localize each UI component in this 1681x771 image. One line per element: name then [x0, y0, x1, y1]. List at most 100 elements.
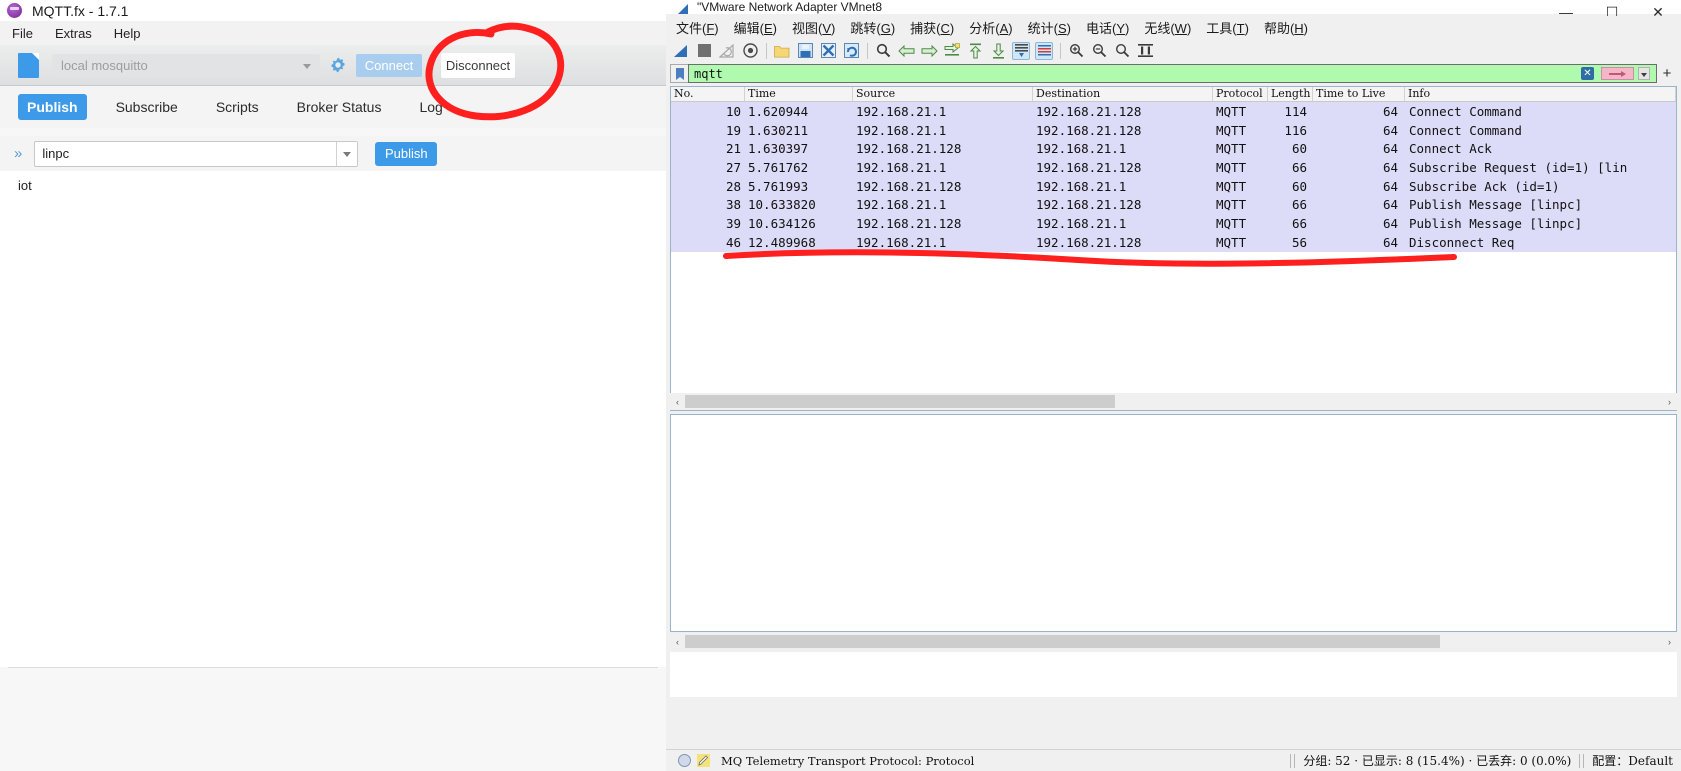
tab-subscribe[interactable]: Subscribe [107, 94, 187, 120]
bookmark-icon[interactable] [670, 64, 688, 83]
wireshark-toolbar [666, 38, 1681, 63]
broker-profile-combo[interactable]: local mosquitto [52, 53, 320, 77]
packet-row[interactable]: 39 10.634126 192.168.21.128 192.168.21.1 MQT… [671, 214, 1676, 233]
ws-menu-s[interactable]: 统计(S) [1028, 18, 1071, 37]
menu-file[interactable]: File [12, 26, 33, 41]
disconnect-button[interactable]: Disconnect [441, 52, 515, 78]
packet-cell-ttl: 64 [1382, 197, 1398, 213]
expert-info-circle-icon[interactable] [678, 754, 691, 767]
column-header-7[interactable]: Info [1405, 87, 1676, 101]
gear-icon[interactable] [329, 56, 347, 74]
ws-menu-c[interactable]: 捕获(C) [910, 18, 954, 37]
packet-row[interactable]: 19 1.630211 192.168.21.1 192.168.21.128 MQTT… [671, 120, 1676, 140]
ws-menu-y[interactable]: 电话(Y) [1086, 18, 1129, 37]
topic-input[interactable]: linpc [34, 140, 359, 167]
reload-file-icon[interactable] [842, 42, 860, 60]
colorize-icon[interactable] [1035, 41, 1053, 60]
topic-dropdown-icon[interactable] [336, 141, 358, 166]
scroll-right-arrow-icon[interactable]: › [1662, 394, 1677, 409]
packet-cell-dst: 192.168.21.1 [1036, 215, 1127, 231]
menu-extras[interactable]: Extras [55, 26, 92, 41]
packet-row[interactable]: 38 10.633820 192.168.21.1 192.168.21.128 MQT… [671, 195, 1676, 215]
publish-button[interactable]: Publish [375, 141, 438, 166]
status-profile-text[interactable]: 配置：Default [1584, 752, 1681, 769]
packet-cell-time: 5.761762 [748, 159, 809, 175]
tab-publish[interactable]: Publish [18, 94, 87, 120]
packet-list-vertical-scrollbar[interactable] [1677, 86, 1681, 411]
column-header-6[interactable]: Time to Live [1313, 87, 1405, 101]
go-back-icon[interactable] [897, 42, 915, 60]
packet-cell-info: Subscribe Ack (id=1) [1409, 178, 1560, 194]
packet-cell-info: Connect Ack [1409, 141, 1492, 157]
auto-scroll-icon[interactable] [1012, 41, 1030, 60]
close-file-icon[interactable] [819, 42, 837, 60]
scroll-left-arrow-icon-2[interactable]: ‹ [670, 634, 685, 649]
packet-details-horizontal-scrollbar[interactable]: ‹ › [670, 633, 1677, 650]
ws-menu-g[interactable]: 跳转(G) [850, 18, 895, 37]
stop-capture-icon[interactable] [695, 42, 713, 60]
packet-row[interactable]: 10 1.620944 192.168.21.1 192.168.21.128 MQTT… [671, 102, 1676, 121]
scroll-thumb[interactable] [685, 395, 1115, 408]
wireshark-menubar: 文件(F) 编辑(E) 视图(V) 跳转(G) 捕获(C) 分析(A) 统计(S) 电话(Y)… [666, 16, 1681, 38]
packet-row[interactable]: 21 1.630397 192.168.21.128 192.168.21.1 MQTT… [671, 139, 1676, 159]
scroll-track-2[interactable] [685, 635, 1662, 648]
ws-menu-w[interactable]: 无线(W) [1144, 18, 1191, 37]
zoom-reset-icon[interactable] [1113, 42, 1131, 60]
packet-row[interactable]: 27 5.761762 192.168.21.1 192.168.21.128 MQTT… [671, 158, 1676, 177]
packet-list-pane[interactable]: No. Time Source Destination Protocol Length Ti… [670, 86, 1677, 411]
save-file-icon[interactable] [796, 42, 814, 60]
apply-filter-arrow-icon[interactable] [1601, 67, 1634, 80]
tab-scripts[interactable]: Scripts [207, 94, 268, 120]
column-header-3[interactable]: Destination [1033, 87, 1213, 101]
ws-menu-h[interactable]: 帮助(H) [1264, 18, 1308, 37]
column-header-4[interactable]: Protocol [1213, 87, 1268, 101]
packet-cell-proto: MQTT [1216, 197, 1247, 213]
tab-broker-status[interactable]: Broker Status [288, 94, 391, 120]
column-header-2[interactable]: Source [853, 87, 1033, 101]
double-chevron-right-icon[interactable]: » [14, 145, 22, 162]
capture-comment-icon[interactable] [697, 754, 710, 767]
scroll-left-arrow-icon[interactable]: ‹ [670, 394, 685, 409]
packet-list-horizontal-scrollbar[interactable]: ‹ › [670, 393, 1677, 410]
start-capture-icon[interactable] [672, 42, 690, 60]
zoom-in-icon[interactable] [1067, 42, 1085, 60]
packet-cell-dst: 192.168.21.128 [1036, 122, 1142, 138]
column-header-1[interactable]: Time [745, 87, 853, 101]
go-forward-icon[interactable] [920, 42, 938, 60]
ws-menu-v[interactable]: 视图(V) [792, 18, 835, 37]
add-filter-button-icon[interactable]: + [1657, 64, 1677, 83]
find-packet-icon[interactable] [874, 42, 892, 60]
scroll-right-arrow-icon-2[interactable]: › [1662, 634, 1677, 649]
ws-menu-t[interactable]: 工具(T) [1206, 18, 1249, 37]
ws-menu-f[interactable]: 文件(F) [676, 18, 719, 37]
column-header-0[interactable]: No. [671, 87, 745, 101]
open-file-icon[interactable] [773, 42, 791, 60]
resize-columns-icon[interactable] [1136, 42, 1154, 60]
scroll-track[interactable] [685, 395, 1662, 408]
mqttfx-logo-icon [7, 3, 22, 18]
packet-cell-time: 5.761993 [748, 178, 809, 194]
packet-row[interactable]: 28 5.761993 192.168.21.128 192.168.21.1 MQTT… [671, 176, 1676, 196]
display-filter-input[interactable]: mqtt ✕ [688, 64, 1657, 83]
clear-filter-icon[interactable]: ✕ [1581, 67, 1594, 80]
go-first-packet-icon[interactable] [966, 42, 984, 60]
packet-row[interactable]: 46 12.489968 192.168.21.1 192.168.21.128 MQT… [671, 232, 1676, 252]
file-icon[interactable] [18, 52, 39, 78]
filter-dropdown-icon[interactable] [1638, 67, 1650, 80]
zoom-out-icon[interactable] [1090, 42, 1108, 60]
ws-menu-e[interactable]: 编辑(E) [734, 18, 777, 37]
scroll-thumb-2[interactable] [685, 635, 1440, 648]
go-to-packet-icon[interactable] [943, 42, 961, 60]
connect-button[interactable]: Connect [356, 53, 422, 77]
menu-help[interactable]: Help [114, 26, 141, 41]
capture-options-icon[interactable] [741, 42, 759, 60]
ws-menu-a[interactable]: 分析(A) [969, 18, 1012, 37]
packet-bytes-pane[interactable] [670, 652, 1677, 697]
packet-cell-time: 12.489968 [748, 234, 816, 250]
column-header-5[interactable]: Length [1268, 87, 1313, 101]
go-last-packet-icon[interactable] [989, 42, 1007, 60]
payload-editor[interactable]: iot [0, 171, 666, 667]
packet-details-pane[interactable] [670, 414, 1677, 632]
tab-log[interactable]: Log [410, 94, 451, 120]
restart-capture-icon[interactable] [718, 42, 736, 60]
